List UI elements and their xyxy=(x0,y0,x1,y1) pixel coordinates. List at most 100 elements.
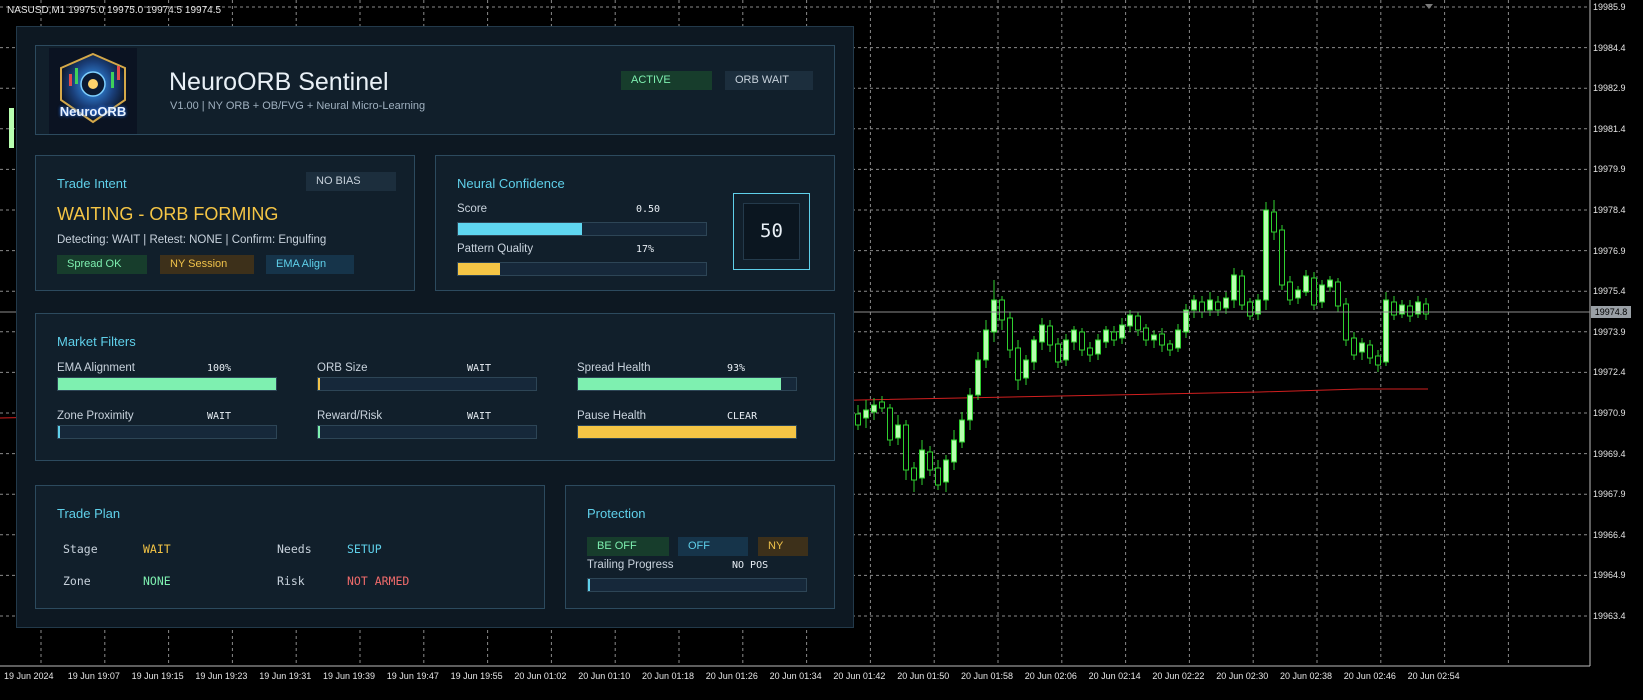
trade-intent-title: Trade Intent xyxy=(57,176,127,191)
filter-bar xyxy=(57,377,277,391)
breakeven-chip: BE OFF xyxy=(587,537,669,556)
risk-value: NOT ARMED xyxy=(347,574,410,588)
candle-body xyxy=(1047,325,1053,346)
trade-plan-title: Trade Plan xyxy=(57,506,121,521)
trade-intent-detail: Detecting: WAIT | Retest: NONE | Confirm… xyxy=(57,234,327,246)
filter-bar xyxy=(57,425,277,439)
time-tick-label: 20 Jun 01:10 xyxy=(578,671,631,681)
candle-body xyxy=(1359,342,1365,353)
candle-body xyxy=(943,459,949,483)
candle-body xyxy=(1311,277,1317,306)
time-tick-label: 20 Jun 02:30 xyxy=(1216,671,1269,681)
candle-body xyxy=(1223,297,1229,309)
confidence-number: 50 xyxy=(760,220,783,242)
candle-body xyxy=(1159,333,1165,346)
candle-body xyxy=(1175,329,1181,349)
candle-body xyxy=(991,299,997,333)
trade-plan-box: Trade Plan Stage WAIT Needs SETUP Zone N… xyxy=(35,485,545,609)
filter-label: ORB Size xyxy=(317,362,368,374)
filter-value: 100% xyxy=(207,363,232,374)
candle-body xyxy=(1295,289,1301,299)
candle-body xyxy=(911,467,917,481)
risk-label: Risk xyxy=(277,574,305,588)
stage-value: WAIT xyxy=(143,542,171,556)
price-tick-label: 19972.4 xyxy=(1593,367,1626,378)
candle-body xyxy=(1319,284,1325,303)
time-tick-label: 20 Jun 02:54 xyxy=(1407,671,1460,681)
price-tick-label: 19966.4 xyxy=(1593,529,1626,540)
confidence-gauge: 50 xyxy=(733,193,810,270)
price-tick-label: 19970.9 xyxy=(1593,408,1626,418)
candle-body xyxy=(1127,314,1133,327)
candle-body xyxy=(975,359,981,396)
candle-body xyxy=(879,401,885,409)
candle-body xyxy=(1199,301,1205,313)
candle-body xyxy=(1143,327,1149,341)
bias-badge: NO BIAS xyxy=(306,172,396,191)
price-tick-label: 19978.4 xyxy=(1593,205,1626,215)
price-tick-label: 19969.4 xyxy=(1593,448,1626,459)
needs-value: SETUP xyxy=(347,542,382,556)
candle-body xyxy=(999,299,1005,321)
pattern-quality-bar xyxy=(457,262,707,276)
time-tick-label: 19 Jun 19:23 xyxy=(195,671,248,681)
candle-body xyxy=(1351,337,1357,356)
filter-bar xyxy=(317,377,537,391)
state-badge: ORB WAIT xyxy=(725,71,813,90)
candle-body xyxy=(1407,305,1413,317)
candle-body xyxy=(967,394,973,421)
candle-body xyxy=(855,413,861,426)
zone-value: NONE xyxy=(143,574,171,588)
time-tick-label: 20 Jun 01:34 xyxy=(769,671,822,681)
candle-body xyxy=(1207,299,1213,311)
filter-value: WAIT xyxy=(207,411,232,422)
logo-emblem-icon xyxy=(49,48,137,134)
spread-ok-chip: Spread OK xyxy=(57,255,147,274)
candle-body xyxy=(1375,355,1381,366)
time-tick-label: 19 Jun 19:07 xyxy=(67,671,120,681)
filter-bar-fill xyxy=(318,378,320,390)
candle-body xyxy=(1335,281,1341,307)
dashboard-panel: NeuroORB NeuroORB Sentinel V1.00 | NY OR… xyxy=(16,26,854,628)
price-tick-label: 19984.4 xyxy=(1593,42,1626,53)
candle-body xyxy=(1183,309,1189,333)
logo: NeuroORB xyxy=(49,48,137,134)
score-bar xyxy=(457,222,707,236)
needs-label: Needs xyxy=(277,542,312,556)
pattern-quality-bar-fill xyxy=(458,263,501,275)
trailing-chip: OFF xyxy=(678,537,748,556)
time-tick-label: 20 Jun 01:50 xyxy=(897,671,950,681)
candle-body xyxy=(1103,329,1109,343)
app-title: NeuroORB Sentinel xyxy=(169,68,389,96)
filter-label: Pause Health xyxy=(577,410,647,422)
candle-body xyxy=(1111,331,1117,341)
ema-align-chip: EMA Align xyxy=(266,255,354,274)
candle-body xyxy=(1247,301,1253,317)
score-value: 0.50 xyxy=(636,204,661,215)
price-tick-label: 19981.4 xyxy=(1593,123,1626,134)
candle-body xyxy=(1167,343,1173,351)
candle-body xyxy=(983,329,989,361)
filter-bar-fill xyxy=(578,378,781,390)
score-bar-fill xyxy=(458,223,582,235)
time-tick-label: 20 Jun 01:02 xyxy=(514,671,567,681)
filter-bar xyxy=(577,425,797,439)
price-tick-label: 19973.9 xyxy=(1593,326,1626,337)
candle-body xyxy=(1231,274,1237,301)
candle-body xyxy=(1343,303,1349,341)
current-price-label: 19974.8 xyxy=(1591,306,1631,318)
time-tick-label: 19 Jun 19:15 xyxy=(131,671,184,681)
time-tick-label: 20 Jun 02:14 xyxy=(1088,671,1141,681)
filter-bar xyxy=(317,425,537,439)
candle-body xyxy=(935,467,941,486)
candle-body xyxy=(1367,344,1373,359)
trade-intent-box: Trade Intent NO BIAS WAITING - ORB FORMI… xyxy=(35,155,415,291)
time-tick-label: 20 Jun 02:06 xyxy=(1024,671,1077,681)
candle-body xyxy=(1399,304,1405,315)
time-tick-label: 20 Jun 02:22 xyxy=(1152,671,1205,681)
pattern-quality-value: 17% xyxy=(636,244,655,255)
price-tick-label: 19963.4 xyxy=(1593,611,1626,621)
time-tick-label: 19 Jun 19:47 xyxy=(386,671,439,681)
price-tick-label: 19985.9 xyxy=(1593,2,1626,12)
chart-symbol-info: NASUSD,M1 19975.0 19975.0 19974.5 19974.… xyxy=(7,5,222,16)
